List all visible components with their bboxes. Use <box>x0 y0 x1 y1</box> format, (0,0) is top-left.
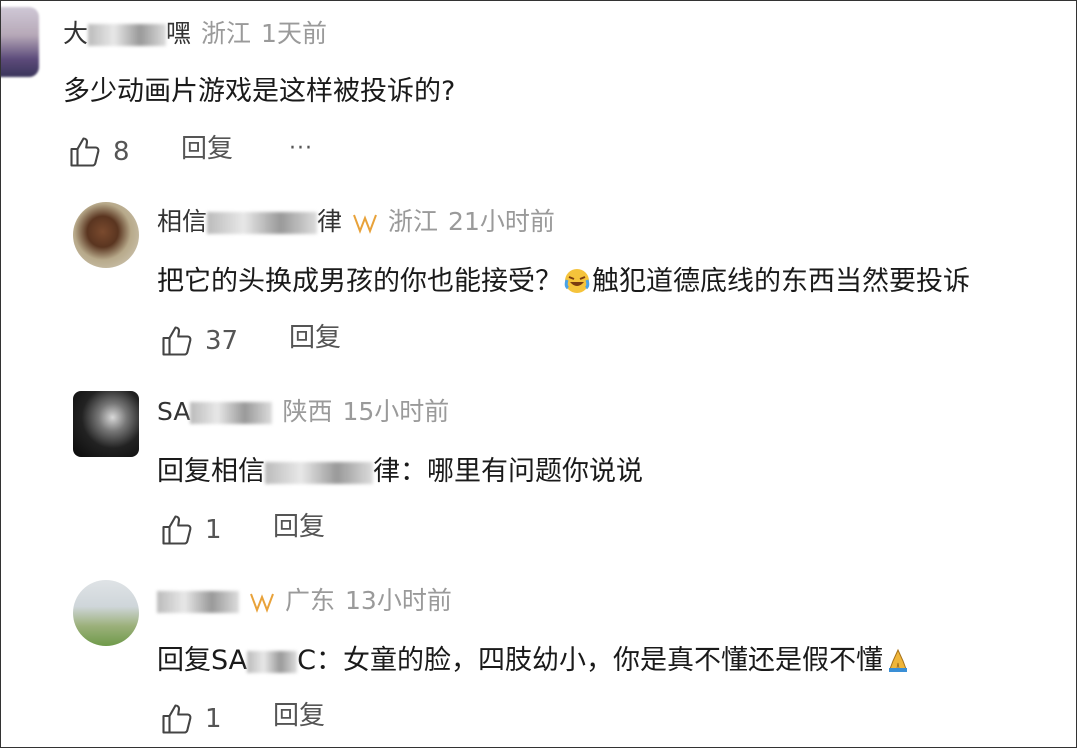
reply-target-username[interactable]: 相信律 <box>211 456 400 487</box>
comment-meta: 广东 13小时前 <box>157 586 452 616</box>
timestamp: 15小时前 <box>342 397 450 426</box>
like-button[interactable]: 8 <box>67 134 130 170</box>
crying-laughing-emoji <box>564 269 590 293</box>
thumbs-up-icon <box>70 137 100 167</box>
location: 广东 <box>285 586 336 615</box>
like-count: 37 <box>205 326 239 356</box>
comment-meta: 大嘿浙江 1天前 <box>63 19 327 49</box>
like-button[interactable]: 1 <box>159 701 222 737</box>
like-button[interactable]: 37 <box>159 323 238 359</box>
comment-thread: 大嘿浙江 1天前 多少动画片游戏是这样被投诉的? 8 回复 ··· 相信律浙江 21… <box>0 0 1077 748</box>
comment-meta: 相信律 浙江 21小时前 <box>157 207 555 237</box>
more-options-icon[interactable]: ··· <box>289 134 313 164</box>
comment-text: 回复SA C：女童的脸，四肢幼小，你是真不懂还是假不懂 <box>157 644 913 678</box>
like-count: 8 <box>113 137 130 167</box>
reply-button[interactable]: 回复 <box>273 701 325 731</box>
location: 浙江 <box>201 19 252 48</box>
location: 陕西 <box>282 397 333 426</box>
timestamp: 13小时前 <box>345 586 452 615</box>
avatar[interactable] <box>73 580 139 646</box>
avatar[interactable] <box>73 391 139 457</box>
reply-button[interactable]: 回复 <box>273 512 325 542</box>
vip-badge-icon <box>250 593 274 613</box>
timestamp: 21小时前 <box>448 207 555 236</box>
folded-hands-emoji <box>888 648 907 672</box>
like-count: 1 <box>205 515 222 545</box>
thumbs-up-icon <box>162 704 192 734</box>
timestamp: 1天前 <box>261 19 327 48</box>
comment-text: 回复相信 律：哪里有问题你说说 <box>157 456 643 487</box>
username[interactable] <box>157 586 239 615</box>
comment-text: 把它的头换成男孩的你也能接受？ 触犯道德底线的东西当然要投诉 <box>157 266 970 297</box>
reply-target-username[interactable]: SA C <box>211 645 316 676</box>
like-button[interactable]: 1 <box>159 512 222 548</box>
username[interactable]: SA <box>157 397 273 426</box>
thumbs-up-icon <box>162 326 192 356</box>
location: 浙江 <box>388 207 439 236</box>
avatar[interactable] <box>73 202 139 268</box>
avatar[interactable] <box>1 7 39 77</box>
thumbs-up-icon <box>162 515 192 545</box>
reply-button[interactable]: 回复 <box>181 134 233 164</box>
username[interactable]: 相信律 <box>157 207 342 236</box>
like-count: 1 <box>205 704 222 734</box>
reply-button[interactable]: 回复 <box>289 323 341 353</box>
comment-text: 多少动画片游戏是这样被投诉的? <box>63 76 456 107</box>
username[interactable]: 大嘿 <box>63 19 191 48</box>
vip-badge-icon <box>353 214 377 234</box>
comment-meta: SA 陕西 15小时前 <box>157 397 449 427</box>
